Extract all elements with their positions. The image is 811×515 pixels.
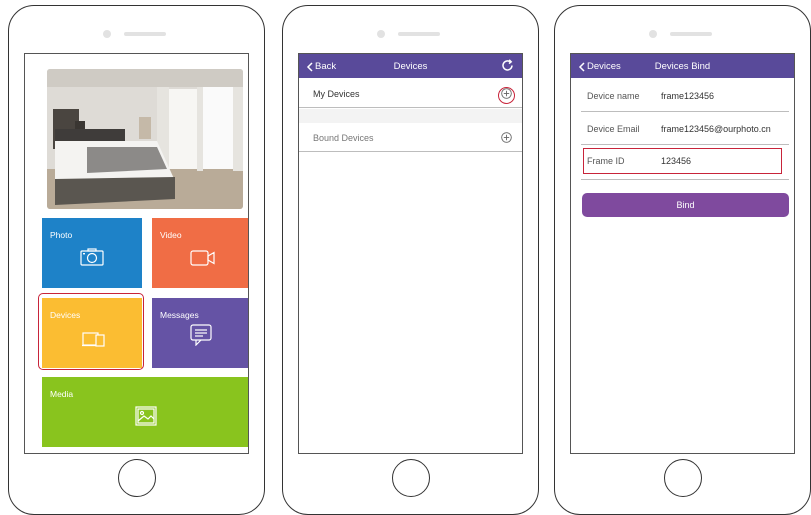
refresh-icon[interactable] xyxy=(501,59,514,75)
video-camera-icon xyxy=(190,250,216,268)
devices-screen: Back Devices My Devices Bound Devices xyxy=(298,53,523,454)
device-name-value: frame123456 xyxy=(661,91,715,101)
front-camera xyxy=(377,30,385,38)
video-tile-label: Video xyxy=(160,230,182,240)
video-tile[interactable]: Video xyxy=(152,218,248,288)
device-name-label: Device name xyxy=(587,91,640,101)
messages-tile[interactable]: Messages xyxy=(152,298,248,368)
device-email-value: frame123456@ourphoto.cn xyxy=(661,124,771,134)
home-button[interactable] xyxy=(118,459,156,497)
front-camera xyxy=(103,30,111,38)
message-bubble-icon xyxy=(190,324,212,348)
device-email-row: Device Email frame123456@ourphoto.cn xyxy=(581,113,789,145)
media-tile[interactable]: Media xyxy=(42,377,248,447)
device-email-label: Device Email xyxy=(587,124,640,134)
camera-icon xyxy=(80,248,104,268)
speaker-grille xyxy=(398,32,440,36)
my-devices-row[interactable]: My Devices xyxy=(299,80,522,108)
messages-tile-label: Messages xyxy=(160,310,199,320)
device-name-row: Device name frame123456 xyxy=(581,80,789,112)
bound-devices-label: Bound Devices xyxy=(313,133,374,143)
phone-devices-bind: Devices Devices Bind Device name frame12… xyxy=(554,5,811,515)
page-title: Devices xyxy=(393,61,428,72)
frame-id-highlight xyxy=(583,148,782,174)
front-camera xyxy=(649,30,657,38)
photo-tile[interactable]: Photo xyxy=(42,218,142,288)
phone-home: Photo Video Devices Messages Media xyxy=(8,5,265,515)
devices-bind-header: Devices Devices Bind xyxy=(571,54,794,78)
image-icon xyxy=(135,406,157,428)
page-title: Devices Bind xyxy=(654,61,711,72)
devices-header: Back Devices xyxy=(299,54,522,78)
devices-highlight xyxy=(38,293,144,370)
bind-button[interactable]: Bind xyxy=(582,193,789,217)
photo-tile-label: Photo xyxy=(50,230,73,240)
speaker-grille xyxy=(670,32,712,36)
phone-devices: Back Devices My Devices Bound Devices xyxy=(282,5,539,515)
home-button[interactable] xyxy=(392,459,430,497)
devices-bind-screen: Devices Devices Bind Device name frame12… xyxy=(570,53,795,454)
section-spacer xyxy=(299,109,522,123)
speaker-grille xyxy=(124,32,166,36)
bound-devices-row[interactable]: Bound Devices xyxy=(299,124,522,152)
home-button[interactable] xyxy=(664,459,702,497)
media-tile-label: Media xyxy=(50,389,74,399)
my-devices-label: My Devices xyxy=(313,89,360,99)
bedroom-photo xyxy=(47,69,243,209)
add-button-highlight xyxy=(498,87,515,104)
home-screen: Photo Video Devices Messages Media xyxy=(24,53,249,454)
add-circle-icon[interactable] xyxy=(501,132,512,145)
